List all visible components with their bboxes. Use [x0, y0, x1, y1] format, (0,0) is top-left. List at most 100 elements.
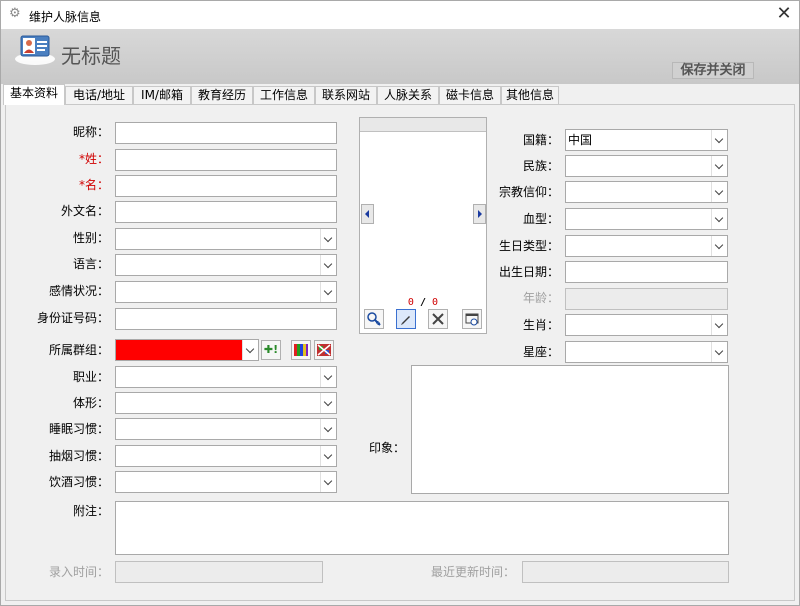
chevron-down-icon: [320, 282, 336, 302]
smoking-habit-label: 抽烟习惯：: [48, 449, 109, 463]
surname-label: *姓：: [78, 152, 109, 166]
foreign-name-label: 外文名：: [60, 204, 109, 218]
foreign-name-input[interactable]: [115, 201, 337, 223]
tab-education[interactable]: 教育经历: [191, 86, 253, 104]
nationality-select[interactable]: 中国: [565, 129, 728, 151]
birth-date-input[interactable]: [565, 261, 728, 283]
add-group-button[interactable]: ✚!: [261, 340, 281, 360]
constellation-select[interactable]: [565, 341, 728, 363]
nickname-label: 昵称：: [72, 125, 109, 139]
body-type-label: 体形：: [72, 396, 109, 410]
chinese-zodiac-label: 生肖：: [522, 318, 559, 332]
sleep-habit-select[interactable]: [115, 418, 337, 440]
given-name-input[interactable]: [115, 175, 337, 197]
title-bar: ⚙ 维护人脉信息 ✕: [1, 1, 799, 29]
impression-textarea[interactable]: [411, 365, 729, 494]
color-palette-icon[interactable]: [291, 340, 311, 360]
occupation-label: 职业：: [72, 370, 109, 384]
window-title: 维护人脉信息: [29, 10, 102, 24]
chevron-down-icon: [320, 229, 336, 249]
close-button[interactable]: ✕: [773, 5, 795, 25]
tab-bar: 基本资料 电话/地址 IM/邮箱 教育经历 工作信息 联系网站 人脉关系 磁卡信…: [1, 84, 799, 105]
group-select[interactable]: [115, 339, 259, 361]
tab-phone-address[interactable]: 电话/地址: [65, 86, 133, 104]
save-and-close-button[interactable]: 保存并关闭: [672, 62, 754, 79]
chevron-down-icon: [320, 446, 336, 466]
chevron-down-icon: [320, 367, 336, 387]
religion-select[interactable]: [565, 181, 728, 203]
language-select[interactable]: [115, 254, 337, 276]
chevron-down-icon: [242, 340, 258, 360]
group-label: 所属群组：: [48, 343, 109, 357]
language-label: 语言：: [72, 257, 109, 271]
gender-select[interactable]: [115, 228, 337, 250]
blood-type-label: 血型：: [522, 212, 559, 226]
chevron-down-icon: [320, 419, 336, 439]
birthday-type-select[interactable]: [565, 235, 728, 257]
tab-relations[interactable]: 人脉关系: [377, 86, 439, 104]
zoom-photo-button[interactable]: [364, 309, 384, 329]
tab-other-info[interactable]: 其他信息: [501, 86, 559, 104]
chevron-down-icon: [711, 182, 727, 202]
chevron-down-icon: [711, 130, 727, 150]
chevron-down-icon: [711, 315, 727, 335]
religion-label: 宗教信仰：: [498, 185, 559, 199]
constellation-label: 星座：: [522, 345, 559, 359]
photo-panel-header: [360, 118, 486, 132]
ethnicity-label: 民族：: [522, 159, 559, 173]
contact-card-icon: [14, 34, 56, 66]
surname-input[interactable]: [115, 149, 337, 171]
given-name-label: *名：: [78, 178, 109, 192]
blood-type-select[interactable]: [565, 208, 728, 230]
entry-time-label: 录入时间：: [48, 565, 109, 579]
nationality-label: 国籍：: [522, 133, 559, 147]
note-label: 附注：: [72, 504, 109, 518]
tab-im-email[interactable]: IM/邮箱: [133, 86, 191, 104]
marital-status-label: 感情状况：: [48, 284, 109, 298]
photo-counter-current: 0: [407, 297, 414, 308]
gear-icon: ⚙: [9, 6, 21, 21]
chevron-down-icon: [320, 255, 336, 275]
header-banner: 无标题 保存并关闭: [1, 29, 799, 84]
remove-color-icon[interactable]: [314, 340, 334, 360]
note-textarea[interactable]: [115, 501, 729, 555]
id-number-input[interactable]: [115, 308, 337, 330]
window: ⚙ 维护人脉信息 ✕ 无标题 保存并关闭 基本资料 电话/地址 IM/邮箱 教育…: [0, 0, 800, 606]
tab-work-info[interactable]: 工作信息: [253, 86, 315, 104]
nickname-input[interactable]: [115, 122, 337, 144]
chevron-down-icon: [711, 156, 727, 176]
drinking-habit-select[interactable]: [115, 471, 337, 493]
tab-websites[interactable]: 联系网站: [315, 86, 377, 104]
chevron-down-icon: [711, 209, 727, 229]
nationality-value: 中国: [568, 133, 593, 147]
photo-counter-total: 0: [432, 297, 439, 308]
gender-label: 性别：: [72, 231, 109, 245]
last-update-field: [522, 561, 729, 583]
entry-time-field: [115, 561, 323, 583]
tab-basic-info[interactable]: 基本资料: [3, 84, 65, 105]
birth-date-label: 出生日期：: [498, 265, 559, 279]
ethnicity-select[interactable]: [565, 155, 728, 177]
age-label: 年龄：: [522, 291, 559, 305]
photo-counter: 0 / 0: [390, 297, 456, 309]
drinking-habit-label: 饮酒习惯：: [48, 475, 109, 489]
chinese-zodiac-select[interactable]: [565, 314, 728, 336]
occupation-select[interactable]: [115, 366, 337, 388]
chevron-down-icon: [320, 393, 336, 413]
id-number-label: 身份证号码：: [36, 311, 109, 325]
previous-photo-button[interactable]: [361, 204, 374, 224]
tab-card-info[interactable]: 磁卡信息: [439, 86, 501, 104]
edit-photo-button[interactable]: [396, 309, 416, 329]
last-update-label: 最近更新时间：: [430, 565, 515, 579]
smoking-habit-select[interactable]: [115, 445, 337, 467]
chevron-down-icon: [711, 236, 727, 256]
sleep-habit-label: 睡眠习惯：: [48, 422, 109, 436]
photo-counter-separator: /: [419, 297, 427, 308]
body-type-select[interactable]: [115, 392, 337, 414]
photo-viewer: [360, 132, 486, 296]
marital-status-select[interactable]: [115, 281, 337, 303]
chevron-down-icon: [711, 342, 727, 362]
photo-panel: 0 / 0: [359, 117, 487, 334]
delete-photo-button[interactable]: [428, 309, 448, 329]
birthday-type-label: 生日类型：: [498, 239, 559, 253]
